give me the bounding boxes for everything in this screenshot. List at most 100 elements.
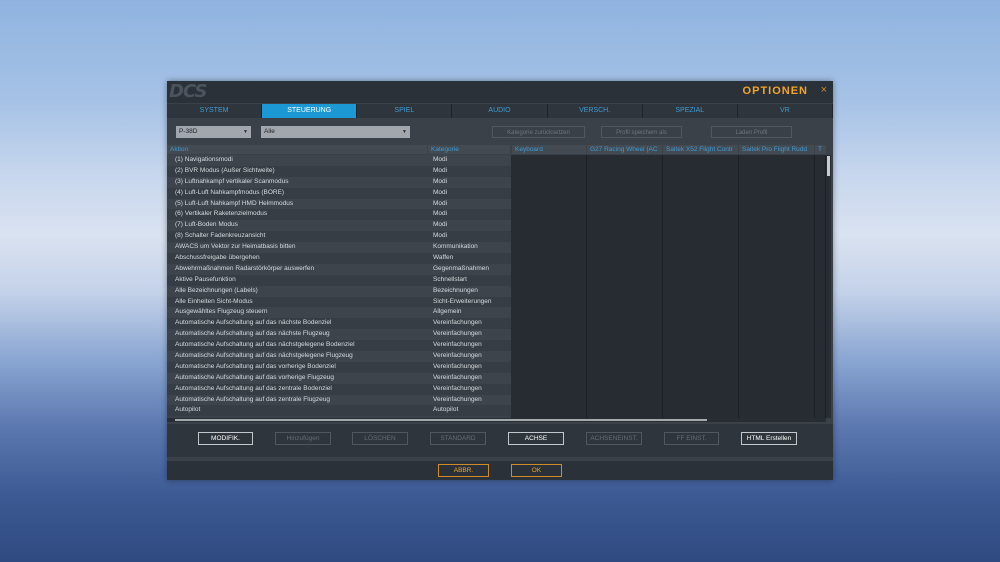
aircraft-select[interactable]: P-38D ▼ — [176, 126, 251, 138]
keyboard-binding-column[interactable] — [511, 155, 587, 418]
aircraft-select-value: P-38D — [179, 128, 198, 135]
default-button[interactable]: STANDARD — [430, 432, 486, 445]
t-binding-column[interactable] — [815, 155, 826, 418]
category-cell: Allgemein — [433, 308, 462, 316]
table-row[interactable]: Automatische Aufschaltung auf das vorher… — [167, 361, 511, 373]
table-row[interactable]: Ausgewähltes Flugzeug steuern Allgemein — [167, 307, 511, 319]
category-cell: Gegenmaßnahmen — [433, 264, 490, 272]
ok-button[interactable]: OK — [511, 464, 562, 477]
tab-versch[interactable]: VERSCH. — [548, 104, 643, 118]
table-row[interactable]: Abschussfreigabe übergehen Waffen — [167, 253, 511, 264]
category-cell: Vereinfachungen — [433, 395, 482, 403]
g27-binding-column[interactable] — [587, 155, 663, 418]
column-header-g27[interactable]: G27 Racing Wheel {AC — [587, 145, 662, 154]
table-row[interactable]: (7) Luft-Boden Modus Modi — [167, 220, 511, 232]
category-cell: Modi — [433, 177, 448, 185]
action-cell: Alle Einheiten Sicht-Modus — [175, 297, 253, 305]
category-cell: Modi — [433, 156, 448, 163]
column-header-category[interactable]: Kategorie — [428, 145, 510, 154]
column-header-action[interactable]: Aktion — [167, 145, 427, 154]
category-cell: Vereinfachungen — [433, 319, 482, 327]
action-cell: Automatische Aufschaltung auf das vorher… — [175, 362, 336, 370]
horizontal-scrollbar[interactable] — [167, 418, 826, 422]
table-row[interactable]: Aktive Pausefunktion Schnellstart — [167, 274, 511, 286]
table-row[interactable]: Automatische Aufschaltung auf das nächst… — [167, 329, 511, 341]
table-row[interactable]: (4) Luft-Luft Nahkampfmodus (BORE) Modi — [167, 187, 511, 199]
table-row[interactable]: Automatische Aufschaltung auf das nächst… — [167, 340, 511, 352]
tab-audio[interactable]: AUDIO — [452, 104, 548, 118]
cancel-button[interactable]: ABBR. — [438, 464, 489, 477]
tab-spiel[interactable]: SPIEL — [357, 104, 453, 118]
delete-button[interactable]: LÖSCHEN — [352, 432, 408, 445]
category-cell: Waffen — [433, 254, 454, 262]
x52-binding-column[interactable] — [663, 155, 739, 418]
table-row[interactable]: Alle Bezeichnungen (Labels) Bezeichnungen — [167, 285, 511, 297]
action-cell: AWACS um Vektor zur Heimatbasis bitten — [175, 243, 296, 251]
category-cell: Modi — [433, 221, 448, 229]
load-profile-button[interactable]: Laden Profil — [711, 126, 792, 138]
category-cell: Bezeichnungen — [433, 286, 478, 294]
horizontal-scroll-thumb[interactable] — [175, 419, 707, 421]
category-cell: Modi — [433, 232, 448, 240]
window-title: OPTIONEN — [742, 85, 808, 97]
tab-system[interactable]: SYSTEM — [167, 104, 263, 118]
category-cell: Modi — [433, 210, 448, 218]
reset-category-button[interactable]: Kategorie zurücksetzen — [492, 126, 585, 138]
add-button[interactable]: Hinzufügen — [275, 432, 331, 445]
table-row[interactable]: Automatische Aufschaltung auf das vorher… — [167, 372, 511, 384]
category-cell: Modi — [433, 199, 448, 207]
table-row[interactable]: (6) Vertikaler Raketenzielmodus Modi — [167, 209, 511, 221]
action-cell: Automatische Aufschaltung auf das nächst… — [175, 341, 355, 349]
table-row[interactable]: Alle Einheiten Sicht-Modus Sicht-Erweiter… — [167, 296, 511, 308]
modify-button[interactable]: MODIFIK. — [198, 432, 253, 445]
tab-spezial[interactable]: SPEZIAL — [643, 104, 738, 118]
action-cell: Aktive Pausefunktion — [175, 275, 236, 283]
dcs-logo: DCS — [169, 81, 207, 102]
close-icon[interactable]: × — [821, 84, 827, 96]
tab-bar: SYSTEM STEUERUNG SPIEL AUDIO VERSCH. SPE… — [167, 104, 833, 118]
category-cell: Vereinfachungen — [433, 341, 482, 349]
column-header-x52[interactable]: Saitek X52 Flight Contr — [663, 145, 738, 154]
category-select[interactable]: Alle ▼ — [261, 126, 410, 138]
bindings-grid: Aktion Kategorie Keyboard G27 Racing Whe… — [167, 145, 833, 422]
column-header-t[interactable]: T — [815, 145, 826, 154]
table-row[interactable]: Automatische Aufschaltung auf das nächst… — [167, 351, 511, 362]
table-row[interactable]: (3) Luftnahkampf vertikaler Scanmodus Mod… — [167, 176, 511, 188]
table-row[interactable]: Automatische Aufschaltung auf das zentra… — [167, 383, 511, 395]
action-cell: Automatische Aufschaltung auf das zentra… — [175, 395, 331, 403]
category-cell: Sicht-Erweiterungen — [433, 297, 492, 305]
chevron-down-icon: ▼ — [243, 129, 248, 135]
tab-steuerung[interactable]: STEUERUNG — [262, 104, 358, 118]
category-cell: Vereinfachungen — [433, 352, 482, 360]
table-row[interactable]: (8) Schalter Fadenkreuzansicht Modi — [167, 231, 511, 243]
table-row[interactable]: Autopilot Autopilot — [167, 405, 511, 417]
html-export-button[interactable]: HTML Erstellen — [741, 432, 797, 445]
column-header-keyboard[interactable]: Keyboard — [512, 145, 586, 154]
action-cell: Abschussfreigabe übergehen — [175, 254, 260, 262]
vertical-scrollbar[interactable] — [826, 155, 831, 418]
footer-bar: ABBR. OK — [167, 461, 833, 480]
category-cell: Vereinfachungen — [433, 362, 482, 370]
chevron-down-icon: ▼ — [402, 129, 407, 135]
table-row[interactable]: AWACS um Vektor zur Heimatbasis bitten Ko… — [167, 242, 511, 254]
table-row[interactable]: (5) Luft-Luft Nahkampf HMD Helmmodus Modi — [167, 198, 511, 210]
action-cell: (8) Schalter Fadenkreuzansicht — [175, 232, 266, 240]
ff-settings-button[interactable]: FF EINST. — [664, 432, 719, 445]
table-row[interactable]: (1) Navigationsmodi Modi — [167, 155, 511, 166]
save-profile-button[interactable]: Profil speichern als — [601, 126, 682, 138]
axis-settings-button[interactable]: ACHSENEINST. — [586, 432, 642, 445]
table-row[interactable]: (2) BVR Modus (Außer Sichtweite) Modi — [167, 165, 511, 177]
table-row[interactable]: Automatische Aufschaltung auf das zentra… — [167, 394, 511, 406]
table-row[interactable]: Abwehrmaßnahmen Radarstörkörper auswerfe… — [167, 263, 511, 275]
axis-button[interactable]: ACHSE — [508, 432, 564, 445]
column-header-rudder[interactable]: Saitek Pro Flight Rudd — [739, 145, 814, 154]
options-window: DCS OPTIONEN × SYSTEM STEUERUNG SPIEL AU… — [167, 81, 833, 480]
category-cell: Modi — [433, 166, 448, 174]
action-cell: Automatische Aufschaltung auf das zentra… — [175, 384, 332, 392]
action-cell: (2) BVR Modus (Außer Sichtweite) — [175, 166, 275, 174]
table-row[interactable]: Automatische Aufschaltung auf das nächst… — [167, 318, 511, 330]
category-cell: Modi — [433, 188, 448, 196]
rudder-binding-column[interactable] — [739, 155, 815, 418]
vertical-scroll-thumb[interactable] — [827, 156, 830, 176]
tab-vr[interactable]: VR — [738, 104, 833, 118]
